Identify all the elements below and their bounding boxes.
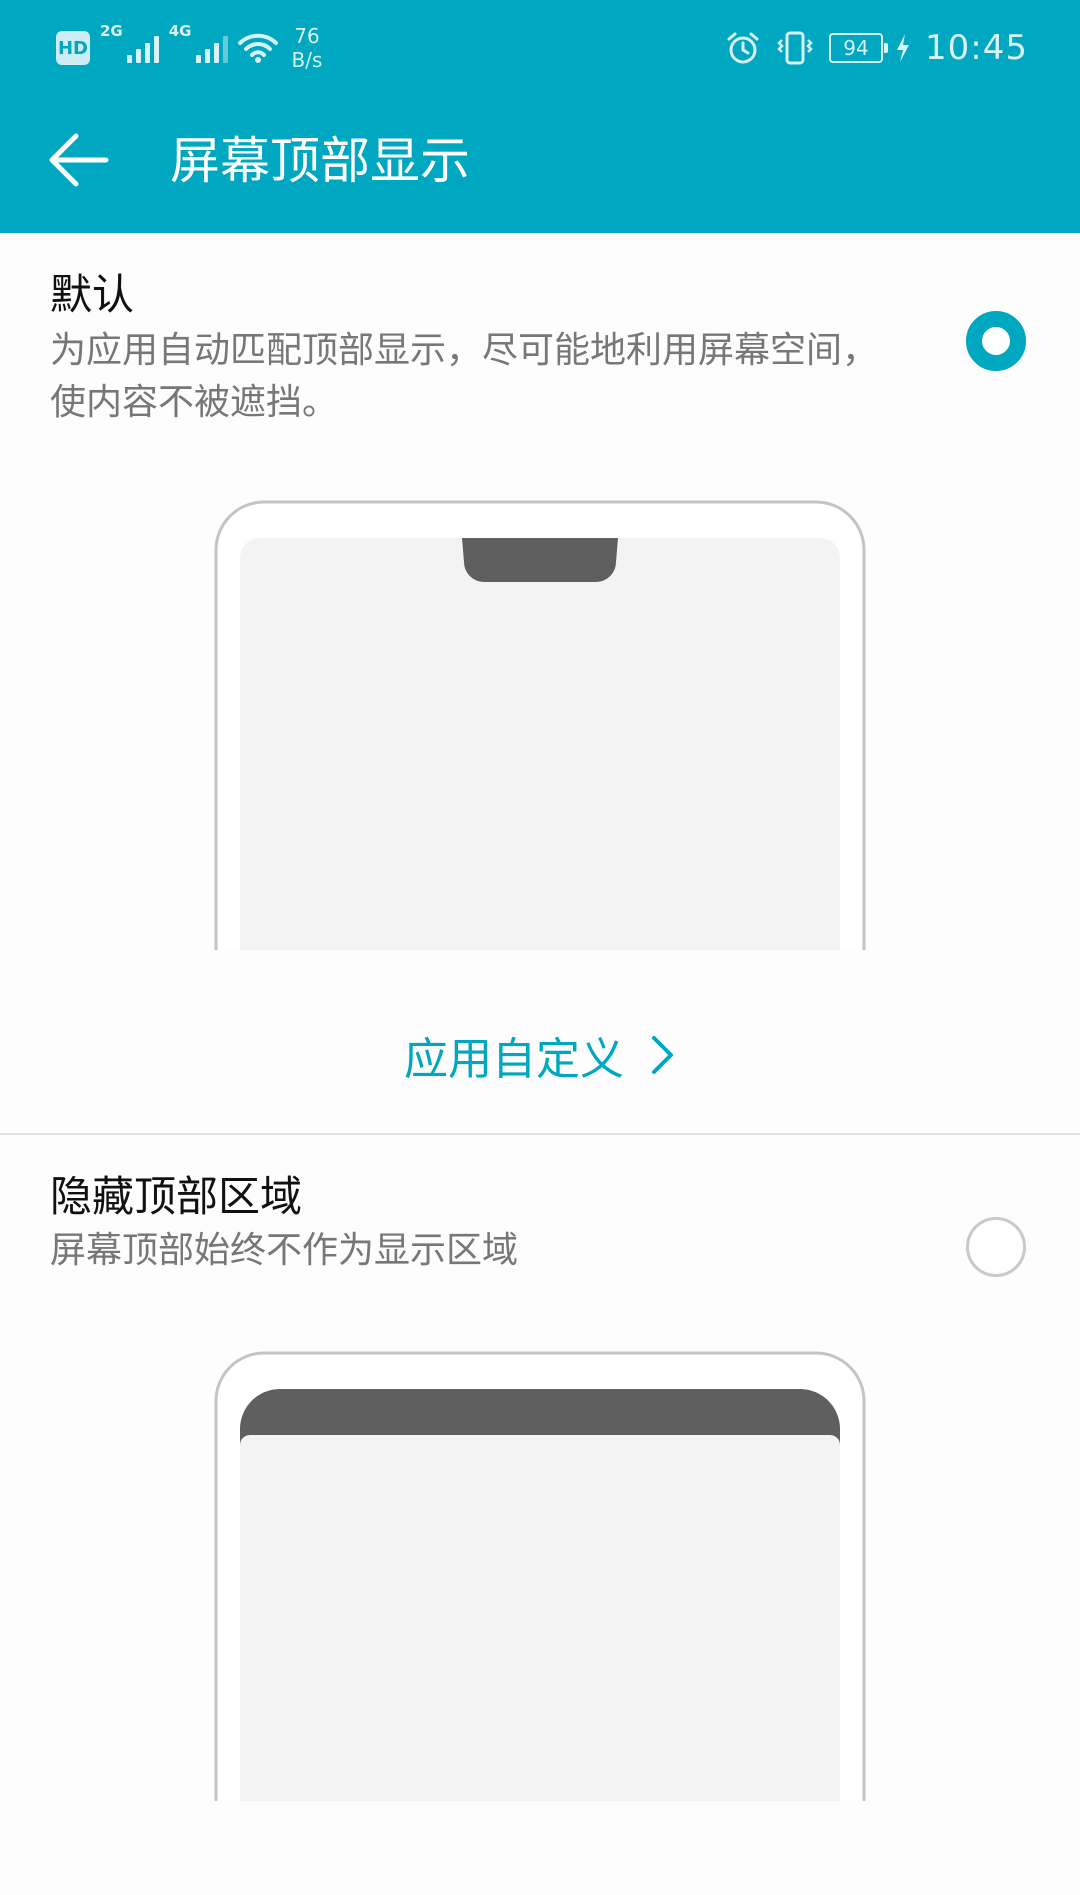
alarm-icon bbox=[727, 32, 759, 64]
custom-app-link[interactable]: 应用自定义 bbox=[0, 1023, 1080, 1087]
toolbar: 屏幕顶部显示 bbox=[0, 120, 1080, 200]
status-right: 94 10:45 bbox=[725, 18, 1028, 78]
sim1-network-type: 2G bbox=[100, 22, 123, 40]
hide-top-mode-illustration bbox=[214, 1351, 866, 1801]
page-title: 屏幕顶部显示 bbox=[170, 132, 470, 190]
option-default-description: 为应用自动匹配顶部显示，尽可能地利用屏幕空间，使内容不被遮挡。 bbox=[50, 330, 879, 423]
option-default[interactable]: 默认 为应用自动匹配顶部显示，尽可能地利用屏幕空间，使内容不被遮挡。 应用自定义 bbox=[0, 233, 1080, 1133]
chevron-right-icon bbox=[652, 1036, 673, 1074]
option-hide-top-radio[interactable] bbox=[966, 1217, 1026, 1277]
app-header: HD 2G 4G 76 B/s 94 10:45 屏幕顶部显示 bbox=[0, 0, 1080, 233]
signal-icon bbox=[126, 33, 159, 63]
default-mode-illustration bbox=[214, 500, 866, 950]
hd-icon: HD bbox=[56, 31, 90, 65]
signal-icon bbox=[195, 33, 228, 63]
option-hide-top-description: 屏幕顶部始终不作为显示区域 bbox=[50, 1230, 519, 1271]
back-button[interactable] bbox=[44, 128, 114, 192]
network-speed-value: 76 bbox=[294, 24, 320, 48]
status-bar: HD 2G 4G 76 B/s 94 10:45 bbox=[0, 0, 1080, 94]
network-speed: 76 B/s bbox=[292, 24, 323, 72]
custom-app-link-label: 应用自定义 bbox=[404, 1034, 624, 1085]
option-hide-top-title: 隐藏顶部区域 bbox=[50, 1172, 303, 1221]
vibrate-icon bbox=[777, 31, 813, 65]
arrow-left-icon bbox=[49, 133, 109, 187]
sim2-network-type: 4G bbox=[168, 22, 192, 40]
battery-icon: 94 bbox=[829, 33, 889, 63]
wifi-icon bbox=[237, 33, 278, 63]
clock: 10:45 bbox=[925, 28, 1028, 68]
network-speed-unit: B/s bbox=[291, 48, 323, 72]
option-default-radio[interactable] bbox=[966, 311, 1026, 371]
status-left: HD 2G 4G 76 B/s bbox=[56, 18, 322, 78]
charging-icon bbox=[897, 34, 910, 62]
option-hide-top[interactable]: 隐藏顶部区域 屏幕顶部始终不作为显示区域 bbox=[0, 1135, 1080, 1895]
option-default-title: 默认 bbox=[50, 270, 135, 319]
